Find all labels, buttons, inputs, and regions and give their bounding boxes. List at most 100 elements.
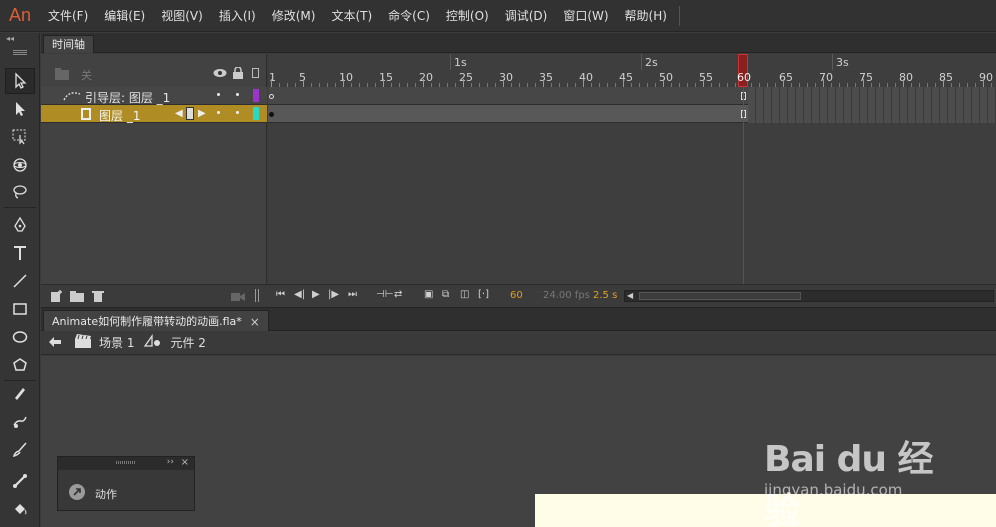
tab-document[interactable]: Animate如何制作履带转动的动画.fla* ×	[43, 310, 269, 332]
menu-help[interactable]: 帮助(H)	[617, 0, 675, 32]
frame-row[interactable]	[268, 87, 996, 105]
layer-icon	[81, 108, 93, 123]
lock-dot[interactable]	[236, 111, 239, 114]
edit-multiple-icon[interactable]: ◫	[460, 289, 469, 300]
lock-icon[interactable]	[233, 66, 243, 82]
frame-row[interactable]	[268, 105, 996, 123]
scroll-left-icon[interactable]: ◀	[627, 291, 633, 300]
selection-tool-icon[interactable]	[5, 68, 35, 94]
actions-panel: ›› × 动作	[57, 456, 195, 511]
new-folder-icon[interactable]	[70, 290, 84, 305]
menu-debug[interactable]: 调试(D)	[497, 0, 556, 32]
menu-insert[interactable]: 插入(I)	[211, 0, 264, 32]
layer-row[interactable]: 引导层: 图层 _1	[41, 87, 267, 105]
frame-ruler[interactable]: 1s 2s 3s 1 5 10 15 20 25 30 35 40 45 50 …	[268, 54, 996, 87]
rectangle-tool-icon[interactable]	[5, 296, 35, 322]
step-forward-icon[interactable]: |▶	[328, 289, 339, 300]
close-icon[interactable]: ×	[181, 457, 189, 468]
layer-color-swatch[interactable]	[253, 89, 259, 102]
playhead[interactable]: 60	[737, 54, 751, 87]
menu-commands[interactable]: 命令(C)	[380, 0, 438, 32]
bone-tool-icon[interactable]	[5, 468, 35, 494]
collapse-icon[interactable]: ◂◂	[0, 33, 39, 45]
close-icon[interactable]: ×	[250, 312, 260, 332]
loop-icon[interactable]: ⇄	[394, 289, 402, 300]
onion-outline-icon[interactable]: ⧉	[442, 289, 449, 300]
paint-brush-tool-icon[interactable]	[5, 408, 35, 434]
back-arrow-icon[interactable]	[49, 336, 61, 350]
prev-keyframe-icon[interactable]: ◀	[175, 108, 183, 119]
breadcrumb-symbol[interactable]: 元件 2	[170, 334, 205, 351]
menu-control[interactable]: 控制(O)	[438, 0, 497, 32]
add-keyframe-icon[interactable]	[186, 107, 194, 120]
center-frame-icon[interactable]: ⊣⊢	[376, 289, 393, 300]
menu-file[interactable]: 文件(F)	[40, 0, 96, 32]
ruler-tick	[663, 79, 664, 87]
line-tool-icon[interactable]	[5, 268, 35, 294]
visibility-dot[interactable]	[217, 93, 220, 96]
3d-rotation-tool-icon[interactable]	[5, 152, 35, 178]
ruler-tick	[703, 79, 704, 87]
layer-header-label: 关	[81, 69, 92, 82]
ruler-tick	[783, 79, 784, 87]
layer-header: 关	[41, 64, 267, 84]
menu-text[interactable]: 文本(T)	[323, 0, 380, 32]
layer-row[interactable]: 图层 _1 ◀ ▶	[41, 105, 267, 123]
empty-frames[interactable]	[748, 105, 996, 123]
breadcrumb-scene[interactable]: 场景 1	[99, 334, 134, 351]
panel-titlebar[interactable]: ›› ×	[58, 457, 194, 470]
oval-tool-icon[interactable]	[5, 324, 35, 350]
ruler-tick	[383, 79, 384, 87]
new-layer-icon[interactable]	[51, 290, 63, 305]
elapsed-time-readout[interactable]: 2.5 s	[593, 290, 617, 301]
onion-skin-icon[interactable]: ▣	[424, 289, 433, 300]
ruler-tick	[943, 79, 944, 87]
app-logo: An	[8, 5, 32, 25]
panel-grip-icon[interactable]	[0, 45, 39, 61]
menu-modify[interactable]: 修改(M)	[264, 0, 324, 32]
subselection-tool-icon[interactable]	[5, 96, 35, 122]
menu-edit[interactable]: 编辑(E)	[96, 0, 153, 32]
menu-window[interactable]: 窗口(W)	[555, 0, 616, 32]
ruler-tick	[271, 79, 272, 87]
brush-tool-icon[interactable]	[5, 436, 35, 462]
camera-icon[interactable]	[231, 291, 245, 305]
modify-markers-icon[interactable]: [·]	[478, 289, 489, 300]
lasso-tool-icon[interactable]	[5, 179, 35, 205]
scene-clapper-icon	[75, 334, 91, 351]
scroll-thumb[interactable]	[639, 292, 801, 300]
fps-readout[interactable]: 24.00 fps	[543, 290, 590, 301]
pen-tool-icon[interactable]	[5, 212, 35, 238]
expand-icon[interactable]: ››	[167, 457, 174, 467]
menu-view[interactable]: 视图(V)	[153, 0, 211, 32]
layer-color-swatch[interactable]	[253, 107, 259, 120]
play-icon[interactable]: ▶	[312, 289, 320, 300]
polystar-tool-icon[interactable]	[5, 352, 35, 378]
current-frame-readout[interactable]: 60	[510, 290, 523, 301]
layer-folder-icon[interactable]	[55, 68, 69, 83]
goto-last-icon[interactable]: ⏭	[348, 289, 357, 300]
ruler-tick	[503, 79, 504, 87]
frame-area[interactable]: 1s 2s 3s 1 5 10 15 20 25 30 35 40 45 50 …	[268, 54, 996, 284]
panel-grip-icon[interactable]	[116, 461, 136, 464]
timeline-scrollbar[interactable]: ◀	[624, 290, 994, 302]
keyframe[interactable]	[269, 112, 274, 117]
paint-bucket-tool-icon[interactable]	[5, 496, 35, 522]
layer-footer	[41, 284, 268, 306]
actions-item[interactable]: 动作	[58, 470, 194, 510]
next-keyframe-icon[interactable]: ▶	[198, 108, 206, 119]
goto-first-icon[interactable]: ⏮	[276, 289, 285, 300]
text-tool-icon[interactable]	[5, 240, 35, 266]
empty-keyframe[interactable]	[269, 94, 274, 99]
splitter-grip-icon[interactable]	[255, 289, 259, 302]
step-back-icon[interactable]: ◀|	[294, 289, 305, 300]
empty-frames[interactable]	[748, 87, 996, 105]
tab-timeline[interactable]: 时间轴	[43, 35, 94, 53]
free-transform-tool-icon[interactable]	[5, 123, 35, 149]
visibility-dot[interactable]	[217, 111, 220, 114]
lock-dot[interactable]	[236, 93, 239, 96]
pencil-tool-icon[interactable]	[5, 380, 35, 406]
outline-toggle-icon[interactable]	[252, 68, 259, 78]
eye-icon[interactable]	[213, 67, 227, 81]
delete-icon[interactable]	[92, 290, 104, 305]
